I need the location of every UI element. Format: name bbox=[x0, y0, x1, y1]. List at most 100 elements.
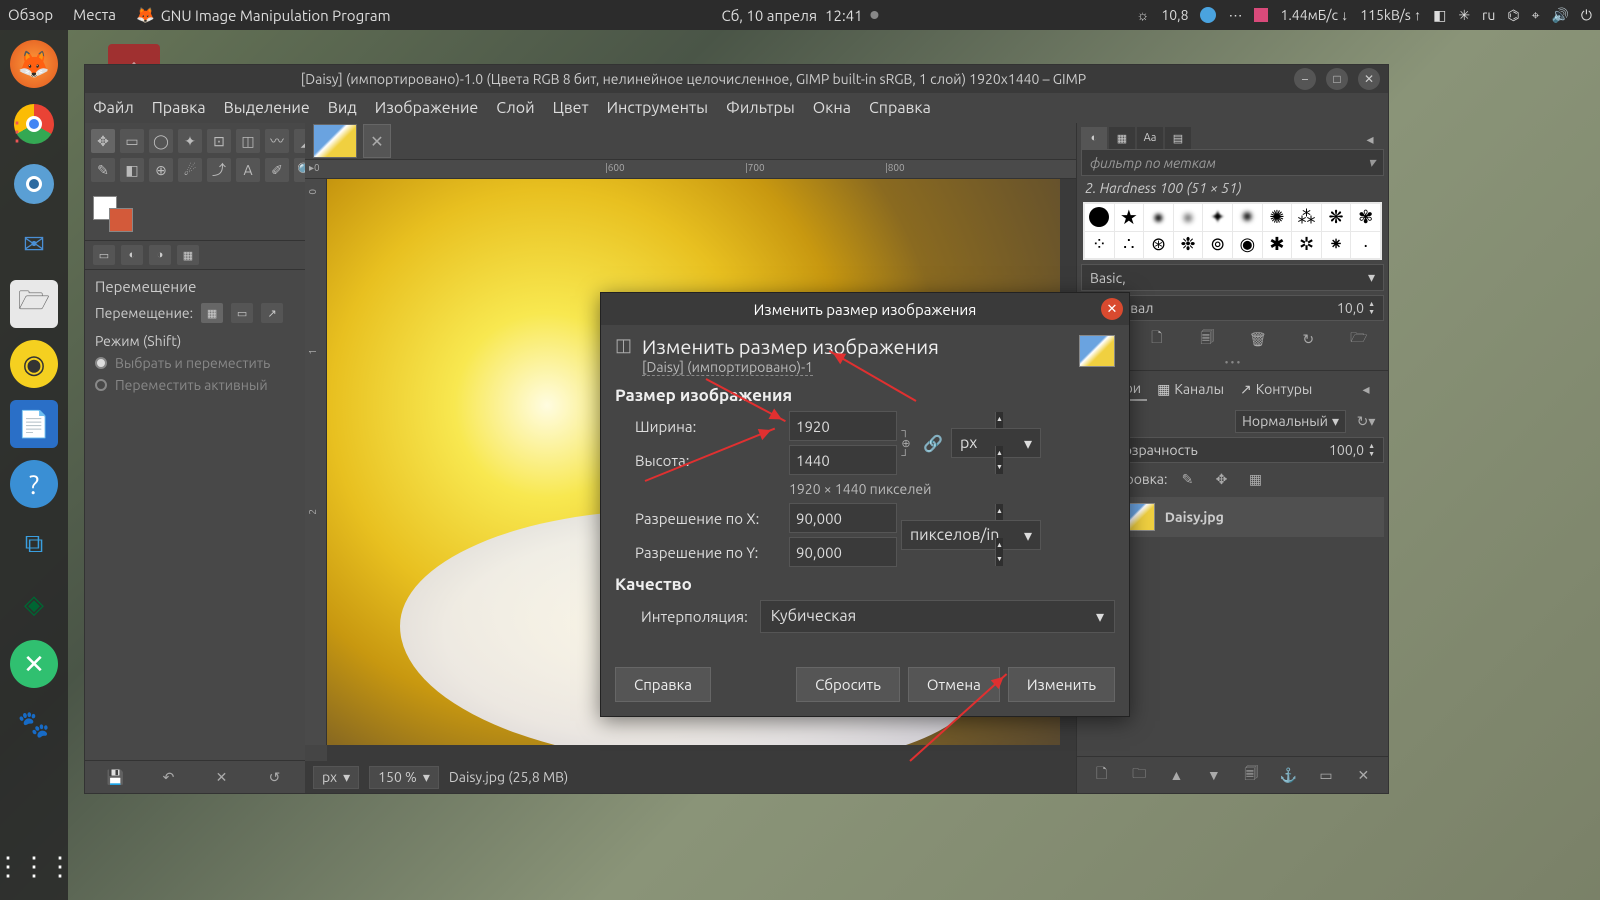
brush-item[interactable]: · bbox=[1351, 232, 1380, 259]
brush-item[interactable]: ✺ bbox=[1263, 204, 1292, 231]
image-tab-close[interactable]: ✕ bbox=[363, 124, 391, 158]
height-input[interactable]: ▲▼ bbox=[789, 445, 897, 475]
menu-layer[interactable]: Слой bbox=[496, 99, 534, 117]
menu-image[interactable]: Изображение bbox=[375, 99, 479, 117]
spin-up-icon[interactable]: ▲ bbox=[995, 504, 1003, 518]
tray-icon-1[interactable]: ⋯ bbox=[1228, 7, 1242, 24]
dock-thunderbird[interactable]: ✉ bbox=[10, 220, 58, 268]
help-button[interactable]: Справка bbox=[615, 667, 711, 702]
dock-rhythmbox[interactable]: ◉ bbox=[10, 340, 58, 388]
blend-mode-select[interactable]: Нормальный ▾ bbox=[1235, 410, 1346, 433]
panel-tab-history[interactable]: ▤ bbox=[1165, 127, 1191, 149]
tray-icon-2[interactable] bbox=[1254, 8, 1268, 22]
menu-help[interactable]: Справка bbox=[869, 99, 931, 117]
dock-gimp[interactable]: 🐾 bbox=[10, 700, 58, 748]
brush-item[interactable]: ✲ bbox=[1292, 232, 1321, 259]
spin-down-icon[interactable]: ▼ bbox=[995, 460, 1003, 474]
width-input[interactable]: ▲▼ bbox=[789, 411, 897, 441]
tool-warp[interactable]: 〰 bbox=[265, 129, 289, 153]
dock-chrome[interactable]: ⋮ bbox=[10, 100, 58, 148]
mask-layer-icon[interactable]: ▭ bbox=[1312, 763, 1340, 787]
brush-preset-select[interactable]: Basic,▾ bbox=[1081, 264, 1384, 291]
brush-new-icon[interactable]: 🗋 bbox=[1143, 327, 1171, 351]
options-restore-icon[interactable]: ↶ bbox=[155, 765, 183, 789]
tool-move[interactable]: ✥ bbox=[91, 129, 115, 153]
minimize-button[interactable]: – bbox=[1294, 68, 1316, 90]
image-tab-daisy[interactable] bbox=[313, 124, 357, 158]
tool-text[interactable]: A bbox=[236, 158, 260, 182]
gimp-titlebar[interactable]: [Daisy] (импортировано)-1.0 (Цвета RGB 8… bbox=[85, 65, 1388, 93]
menu-filters[interactable]: Фильтры bbox=[726, 99, 795, 117]
tool-smudge[interactable]: ☄ bbox=[178, 158, 202, 182]
brush-item[interactable]: ✷ bbox=[1233, 204, 1262, 231]
layer-name[interactable]: Daisy.jpg bbox=[1165, 509, 1224, 525]
panel-menu-icon[interactable]: ◂ bbox=[1356, 127, 1384, 151]
brush-item[interactable]: ⊛ bbox=[1144, 232, 1173, 259]
new-group-icon[interactable]: 🗀 bbox=[1125, 763, 1153, 787]
resx-input[interactable]: ▲▼ bbox=[789, 503, 897, 533]
tool-fuzzy-select[interactable]: ✦ bbox=[178, 129, 202, 153]
brush-item[interactable]: ⁕ bbox=[1322, 232, 1351, 259]
dialog-titlebar[interactable]: Изменить размер изображения ✕ bbox=[601, 293, 1129, 325]
tool-crop[interactable]: ⊡ bbox=[207, 129, 231, 153]
menu-file[interactable]: Файл bbox=[93, 99, 134, 117]
tool-eraser[interactable]: ◧ bbox=[120, 158, 144, 182]
mode-switch-icon[interactable]: ↻▾ bbox=[1352, 409, 1380, 433]
color-swatch[interactable] bbox=[93, 196, 133, 232]
brush-item[interactable]: ✦ bbox=[1203, 204, 1232, 231]
tool-rect-select[interactable]: ▭ bbox=[120, 129, 144, 153]
menu-view[interactable]: Вид bbox=[328, 99, 357, 117]
tool-free-select[interactable]: ◯ bbox=[149, 129, 173, 153]
ok-button[interactable]: Изменить bbox=[1008, 667, 1115, 702]
options-save-icon[interactable]: 💾 bbox=[102, 765, 130, 789]
zoom-selector[interactable]: 150 % ▾ bbox=[369, 766, 439, 789]
lower-layer-icon[interactable]: ▼ bbox=[1200, 763, 1228, 787]
panel-tab-brushes[interactable]: ◐ bbox=[1081, 127, 1107, 149]
menu-windows[interactable]: Окна bbox=[813, 99, 851, 117]
brush-item[interactable]: ❉ bbox=[1174, 232, 1203, 259]
brush-item[interactable]: ∴ bbox=[1115, 232, 1144, 259]
merge-layer-icon[interactable]: ⚓ bbox=[1275, 763, 1303, 787]
brush-del-icon[interactable]: 🗑 bbox=[1244, 327, 1272, 351]
menu-colors[interactable]: Цвет bbox=[553, 99, 589, 117]
resy-field[interactable] bbox=[790, 538, 995, 566]
radio-move-active[interactable] bbox=[95, 379, 107, 391]
menu-edit[interactable]: Правка bbox=[152, 99, 206, 117]
dock-help[interactable]: ? bbox=[10, 460, 58, 508]
volume-icon[interactable]: 🔊 bbox=[1551, 7, 1568, 24]
menu-select[interactable]: Выделение bbox=[224, 99, 310, 117]
resy-input[interactable]: ▲▼ bbox=[789, 537, 897, 567]
tray-icon-3[interactable]: ◧ bbox=[1433, 7, 1446, 24]
clock-date[interactable]: Сб, 10 апреля bbox=[721, 7, 817, 24]
background-color[interactable] bbox=[109, 208, 133, 232]
brush-item[interactable] bbox=[1085, 204, 1114, 231]
bluetooth-icon[interactable]: ⌖ bbox=[1532, 7, 1540, 24]
active-app-menu[interactable]: 🦊 GNU Image Manipulation Program bbox=[136, 6, 391, 24]
keyboard-layout[interactable]: ru bbox=[1482, 7, 1495, 23]
maximize-button[interactable]: □ bbox=[1326, 68, 1348, 90]
tool-clone[interactable]: ⊕ bbox=[149, 158, 173, 182]
brush-filter-input[interactable]: фильтр по меткам ▾ bbox=[1081, 149, 1384, 176]
dock-writer[interactable]: 📄 bbox=[10, 400, 58, 448]
tool-transform[interactable]: ◫ bbox=[236, 129, 260, 153]
dock-files[interactable]: 🗁 bbox=[10, 280, 58, 328]
dock-firefox[interactable]: 🦊 bbox=[10, 40, 58, 88]
menu-tools[interactable]: Инструменты bbox=[607, 99, 708, 117]
tool-path[interactable]: ⤴ bbox=[207, 158, 231, 182]
brush-item[interactable]: ✾ bbox=[1351, 204, 1380, 231]
tab-channels[interactable]: ▦Каналы bbox=[1151, 377, 1230, 401]
interpolation-select[interactable]: Кубическая▾ bbox=[760, 600, 1115, 633]
options-tab-3[interactable]: ◑ bbox=[149, 245, 171, 265]
accessibility-icon[interactable]: ✳ bbox=[1458, 7, 1470, 24]
dock-app[interactable]: ✕ bbox=[10, 640, 58, 688]
network-icon[interactable]: ⌬ bbox=[1507, 7, 1519, 24]
panel-tab-patterns[interactable]: ▦ bbox=[1109, 127, 1135, 149]
dock-vscode[interactable]: ⧉ bbox=[10, 520, 58, 568]
lock-position-icon[interactable]: ✥ bbox=[1207, 467, 1235, 491]
lock-pixels-icon[interactable]: ✎ bbox=[1173, 467, 1201, 491]
tool-pencil[interactable]: ✎ bbox=[91, 158, 115, 182]
activities-button[interactable]: Обзор bbox=[8, 6, 53, 24]
height-field[interactable] bbox=[790, 446, 995, 474]
new-layer-icon[interactable]: 🗋 bbox=[1088, 763, 1116, 787]
layers-menu-icon[interactable]: ◂ bbox=[1352, 377, 1380, 401]
